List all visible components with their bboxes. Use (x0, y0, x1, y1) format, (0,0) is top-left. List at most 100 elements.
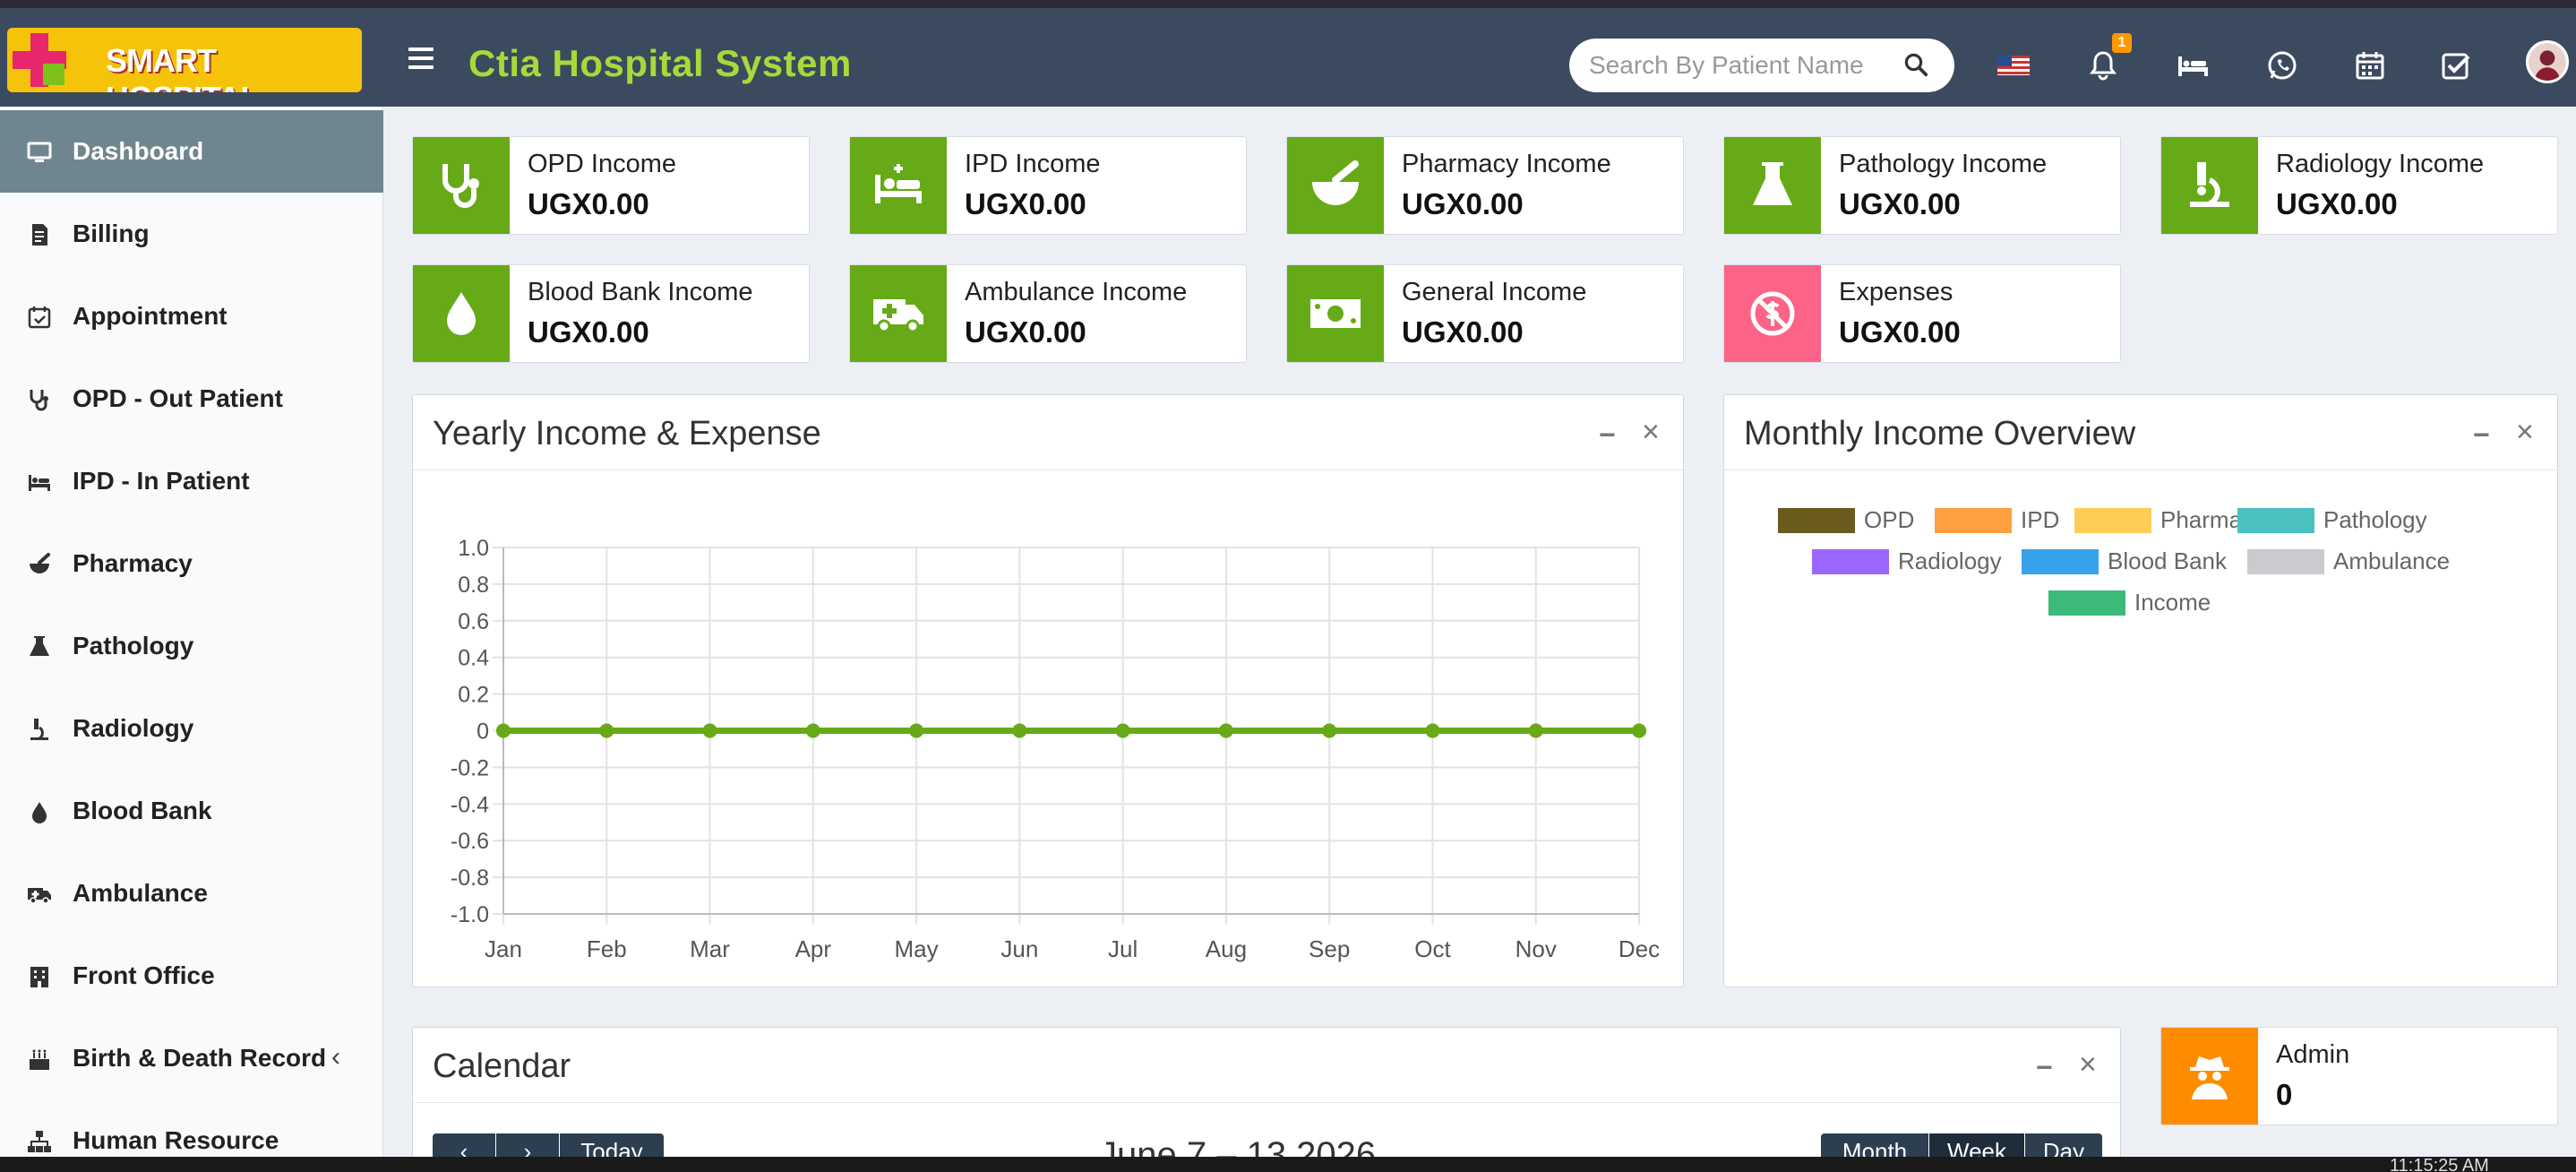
data-point-income (805, 723, 820, 738)
minimize-icon[interactable]: − (2036, 1051, 2053, 1084)
y-tick-label: 0 (477, 720, 489, 745)
stethoscope-icon (442, 164, 479, 208)
x-tick-label: Jun (1000, 935, 1038, 962)
card-admin[interactable]: Admin 0 (2160, 1027, 2558, 1125)
data-point-income (909, 723, 924, 738)
legend-swatch (2074, 508, 2151, 533)
user-secret-icon (2190, 1056, 2229, 1099)
sidebar-item-appointment[interactable]: Appointment (0, 275, 383, 358)
y-tick-label: 1.0 (458, 536, 489, 561)
legend-label: Radiology (1898, 547, 2002, 574)
x-tick-label: Aug (1206, 935, 1247, 962)
card-blood-bank-income[interactable]: Blood Bank Income UGX0.00 (412, 264, 810, 363)
card-opd-income[interactable]: OPD Income UGX0.00 (412, 136, 810, 235)
sidebar-item-dashboard[interactable]: Dashboard (0, 110, 383, 193)
whatsapp-icon[interactable] (2264, 47, 2300, 83)
stethoscope-icon (30, 390, 48, 411)
close-icon[interactable]: × (1642, 415, 1660, 450)
user-avatar[interactable] (2526, 40, 2569, 83)
card-value: UGX0.00 (965, 187, 1086, 220)
close-icon[interactable]: × (2516, 415, 2534, 450)
sidebar-item-ipd[interactable]: IPD - In Patient (0, 440, 383, 522)
card-value: 0 (2276, 1078, 2293, 1111)
sitemap-icon (28, 1131, 51, 1152)
sidebar-item-ambulance[interactable]: Ambulance (0, 852, 383, 935)
sidebar-item-front-office[interactable]: Front Office (0, 935, 383, 1017)
bed-icon (875, 164, 922, 203)
data-point-income (1528, 723, 1543, 738)
y-tick-label: -1.0 (451, 902, 489, 927)
minimize-icon[interactable]: − (2473, 418, 2490, 452)
minimize-icon[interactable]: − (1599, 418, 1616, 452)
sidebar-item-birth-death[interactable]: Birth & Death Record ‹ (0, 1017, 383, 1099)
card-ambulance-income[interactable]: Ambulance Income UGX0.00 (849, 264, 1247, 363)
sidebar-item-blood-bank[interactable]: Blood Bank (0, 770, 383, 852)
sidebar-item-radiology[interactable]: Radiology (0, 687, 383, 770)
patient-search-input[interactable] (1569, 39, 1954, 92)
flask-icon (30, 636, 49, 656)
card-value: UGX0.00 (1839, 187, 1961, 220)
card-pharmacy-income[interactable]: Pharmacy Income UGX0.00 (1286, 136, 1684, 235)
card-title: Radiology Income (2276, 150, 2485, 178)
card-title: OPD Income (528, 150, 676, 178)
bell-icon[interactable] (2085, 47, 2121, 83)
data-point-income (1218, 723, 1233, 738)
sidebar-item-opd[interactable]: OPD - Out Patient (0, 358, 383, 440)
legend-swatch (2237, 508, 2314, 533)
legend-label: Ambulance (2333, 547, 2451, 574)
mortar-pestle-icon (30, 553, 50, 573)
card-value: UGX0.00 (1402, 187, 1524, 220)
y-tick-label: 0.6 (458, 609, 489, 634)
card-radiology-income[interactable]: Radiology Income UGX0.00 (2160, 136, 2558, 235)
blood-drop-icon (32, 802, 47, 823)
card-title: Pharmacy Income (1402, 150, 1611, 178)
sidebar-item-pathology[interactable]: Pathology (0, 605, 383, 687)
card-general-income[interactable]: General Income UGX0.00 (1286, 264, 1684, 363)
card-value: UGX0.00 (2276, 187, 2398, 220)
x-tick-label: Nov (1516, 935, 1557, 962)
x-tick-label: May (895, 935, 939, 962)
y-tick-label: -0.6 (451, 829, 489, 854)
data-point-income (1632, 723, 1646, 738)
card-title: General Income (1402, 278, 1587, 306)
y-tick-label: -0.8 (451, 866, 489, 891)
close-icon[interactable]: × (2079, 1047, 2097, 1082)
data-point-income (1425, 723, 1440, 738)
data-point-income (1322, 723, 1337, 738)
money-bill-icon (1310, 299, 1361, 328)
legend-label: Blood Bank (2108, 547, 2227, 574)
us-flag-icon[interactable] (1996, 47, 2031, 83)
legend-swatch (2048, 590, 2125, 616)
flask-icon (1753, 162, 1792, 205)
monitor-icon (27, 142, 52, 162)
app-logo[interactable]: SMART HOSPITAL (7, 28, 362, 92)
calendar-icon[interactable] (2352, 47, 2388, 83)
data-point-income (1012, 723, 1027, 738)
card-pathology-income[interactable]: Pathology Income UGX0.00 (1723, 136, 2121, 235)
logo-cross-icon (13, 33, 66, 87)
menu-toggle-icon[interactable] (408, 47, 434, 69)
x-tick-label: Feb (587, 935, 627, 962)
card-value: UGX0.00 (1839, 315, 1961, 349)
legend-swatch (1812, 549, 1889, 574)
legend-swatch (1935, 508, 2012, 533)
legend-swatch (2022, 549, 2099, 574)
monthly-income-overview-panel: Monthly Income Overview − × OPD IPD Pharma… (1723, 394, 2558, 987)
panel-title: Monthly Income Overview (1744, 415, 2136, 452)
card-title: IPD Income (965, 150, 1101, 178)
card-expenses[interactable]: Expenses UGX0.00 (1723, 264, 2121, 363)
birthday-cake-icon (30, 1049, 49, 1070)
card-ipd-income[interactable]: IPD Income UGX0.00 (849, 136, 1247, 235)
sidebar-item-billing[interactable]: Billing (0, 193, 383, 275)
task-check-icon[interactable] (2438, 47, 2474, 83)
data-point-income (1115, 723, 1130, 738)
legend-label: Income (2134, 589, 2211, 616)
card-title: Pathology Income (1839, 150, 2048, 178)
sidebar-item-pharmacy[interactable]: Pharmacy (0, 522, 383, 605)
bed-icon[interactable] (2175, 47, 2211, 83)
avatar-image-icon (2529, 43, 2566, 81)
card-title: Admin (2276, 1040, 2350, 1069)
app-title: Ctia Hospital System (468, 42, 852, 84)
search-icon[interactable] (1902, 51, 1929, 78)
x-tick-label: Mar (690, 935, 730, 962)
